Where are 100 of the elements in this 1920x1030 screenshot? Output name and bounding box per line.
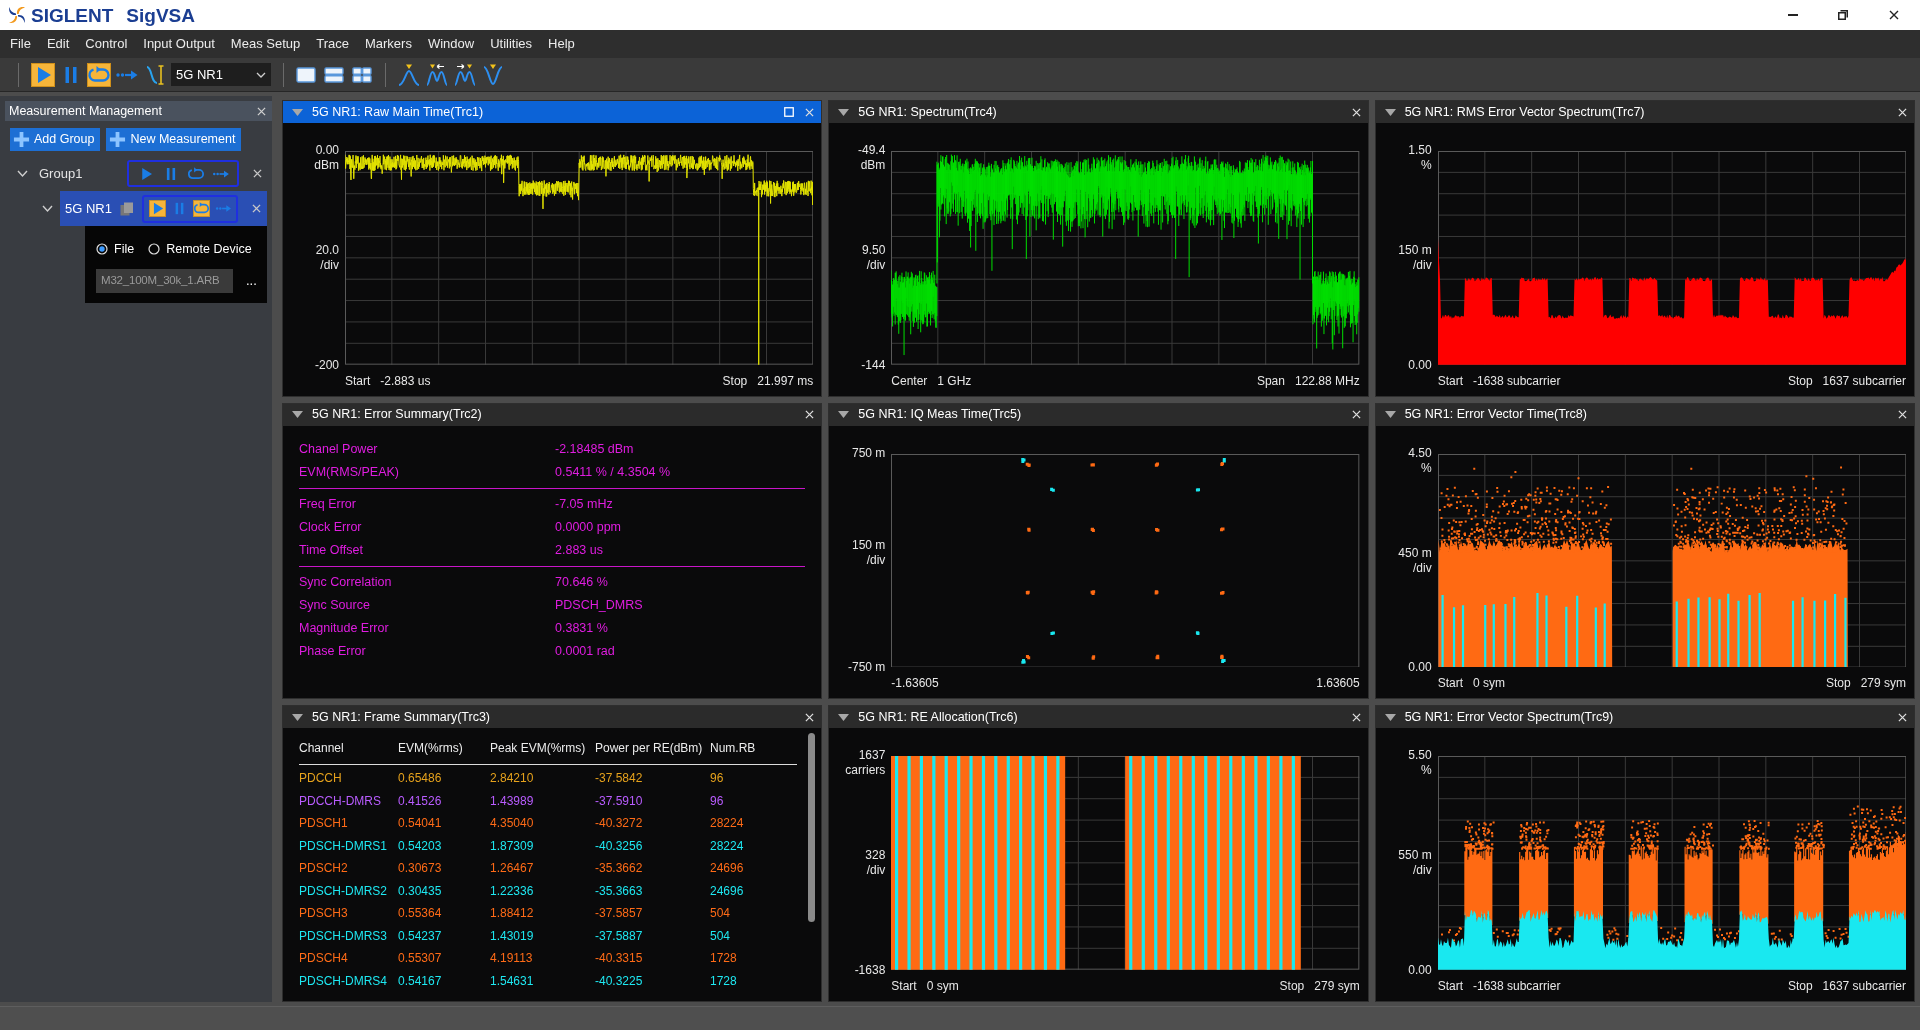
measurement-value: 0.0000 ppm: [555, 518, 622, 536]
axis-unit: dBm: [314, 158, 339, 173]
axis-value: 0 sym: [926, 979, 959, 994]
column-header: Peak EVM(%rms): [490, 741, 587, 757]
table-cell-text: PDCCH: [299, 771, 343, 787]
trace-title: 5G NR1: Raw Main Time(Trc1): [312, 103, 484, 121]
measurement-value: PDSCH_DMRS: [555, 596, 643, 614]
valley-marker-icon[interactable]: [482, 62, 504, 87]
caret-down-icon[interactable]: [1384, 411, 1396, 419]
menu-item[interactable]: File: [2, 30, 39, 58]
axis-value: -750 m: [847, 660, 886, 676]
radio-button[interactable]: [96, 243, 108, 255]
measurement-label: Phase Error: [299, 642, 367, 660]
axis-unit: /div: [866, 863, 886, 879]
table-cell-text: 0.54237: [398, 928, 443, 944]
menu-item[interactable]: Input Output: [135, 30, 223, 58]
single-pane-icon[interactable]: [296, 65, 316, 84]
scrollbar-thumb[interactable]: [808, 733, 816, 923]
peak-marker-icon[interactable]: [398, 62, 420, 87]
table-cell-text: 28224: [710, 838, 745, 854]
axis-unit: /div: [1412, 257, 1432, 273]
caret-down-icon[interactable]: [292, 411, 303, 419]
menu-item[interactable]: Control: [77, 30, 136, 58]
menu-item[interactable]: Markers: [356, 30, 420, 58]
caret-down-icon[interactable]: [1384, 108, 1396, 116]
table-cell-text: 1728: [710, 951, 738, 967]
caret-down-icon[interactable]: [838, 411, 850, 419]
column-header: Num.RB: [710, 741, 757, 757]
axis-caption: Center: [891, 373, 928, 389]
menu-item[interactable]: Meas Setup: [222, 30, 309, 58]
close-icon[interactable]: [1889, 10, 1899, 20]
menu-item[interactable]: Edit: [38, 30, 78, 58]
menu-item[interactable]: Help: [540, 30, 583, 58]
axis-value: 1637: [858, 748, 886, 764]
table-cell-text: 4.35040: [490, 816, 535, 832]
trace-title: 5G NR1: Spectrum(Trc4): [858, 103, 997, 121]
measurement-value: 70.646 %: [555, 573, 608, 591]
trace-title: 5G NR1: Error Vector Spectrum(Trc9): [1404, 708, 1614, 726]
loop-icon[interactable]: [192, 200, 210, 217]
menu-item[interactable]: Trace: [308, 30, 357, 58]
table-cell-text: 0.30435: [398, 883, 443, 899]
add-button[interactable]: Add Group: [10, 128, 101, 151]
axis-caption: Start: [1437, 979, 1463, 994]
grid-pane-icon[interactable]: [352, 65, 372, 84]
axis-value: 1637 subcarrier: [1822, 979, 1906, 994]
axis-caption: Stop: [1787, 979, 1813, 994]
play-icon[interactable]: [31, 62, 55, 87]
table-cell-text: 0.30673: [398, 861, 443, 877]
measurement-dropdown[interactable]: 5G NR1: [171, 63, 271, 86]
logo-icon: [7, 5, 27, 25]
radio-button[interactable]: [148, 243, 161, 255]
caret-down-icon[interactable]: [292, 713, 303, 721]
axis-value: 1.50: [1408, 143, 1432, 158]
menu-item[interactable]: Window: [419, 30, 483, 58]
axis-value: -1638: [854, 963, 886, 978]
menu-item[interactable]: Utilities: [482, 30, 541, 58]
axis-caption: Span: [1256, 373, 1285, 389]
chevron-icon[interactable]: [42, 203, 53, 214]
tree-item[interactable]: Group1: [34, 160, 268, 187]
table-cell-text: 24696: [710, 861, 745, 877]
axis-value: 279 sym: [1860, 676, 1906, 692]
play-icon[interactable]: [148, 200, 166, 217]
table-cell-text: 4.19113: [490, 951, 534, 967]
add-button[interactable]: New Measurement: [106, 128, 242, 151]
browse-button[interactable]: ...: [246, 271, 257, 291]
measurement-label: Magnitude Error: [299, 619, 390, 637]
axis-value: 21.997 ms: [757, 373, 814, 389]
axis-caption: Stop: [1825, 676, 1851, 692]
table-cell-text: PDSCH-DMRS3: [299, 928, 388, 944]
axis-value: -49.4: [857, 143, 886, 158]
table-cell-text: 1.26467: [490, 861, 535, 877]
restore-icon[interactable]: [1838, 10, 1848, 20]
axis-value: 0.00: [1408, 660, 1432, 676]
caret-down-icon[interactable]: [838, 108, 850, 116]
trace-title: 5G NR1: RMS Error Vector Spectrum(Trc7): [1404, 103, 1645, 121]
peak-left-arrow-icon[interactable]: [426, 62, 448, 87]
caret-down-icon[interactable]: [838, 713, 850, 721]
tree-item[interactable]: 5G NR1: [60, 191, 267, 226]
caret-down-icon[interactable]: [1384, 713, 1396, 721]
chevron-icon[interactable]: [17, 168, 28, 179]
trace-title: 5G NR1: Error Summary(Trc2): [312, 406, 482, 424]
axis-value: 279 sym: [1314, 979, 1360, 994]
loop-icon[interactable]: [87, 62, 111, 87]
two-row-pane-icon[interactable]: [324, 65, 344, 84]
table-cell-text: PDSCH-DMRS1: [299, 838, 388, 854]
table-cell-text: 504: [710, 906, 732, 922]
maximize-icon[interactable]: [784, 107, 795, 117]
curve-icon[interactable]: [145, 62, 165, 87]
table-cell-text: PDSCH2: [299, 861, 349, 877]
trace-title: 5G NR1: RE Allocation(Trc6): [858, 708, 1018, 726]
table-cell-text: PDCCH-DMRS: [299, 793, 382, 809]
peak-right-arrow-icon[interactable]: [454, 62, 476, 87]
table-cell-text: 2.84210: [490, 771, 535, 787]
table-cell-text: -35.3663: [595, 883, 644, 899]
table-cell-text: 0.54041: [398, 816, 443, 832]
table-cell-text: -40.3256: [595, 838, 644, 854]
measurement-label: Clock Error: [299, 518, 363, 536]
measurement-value: 0.3831 %: [555, 619, 608, 637]
axis-caption: Stop: [1279, 979, 1305, 994]
copy-icon[interactable]: [120, 201, 134, 216]
